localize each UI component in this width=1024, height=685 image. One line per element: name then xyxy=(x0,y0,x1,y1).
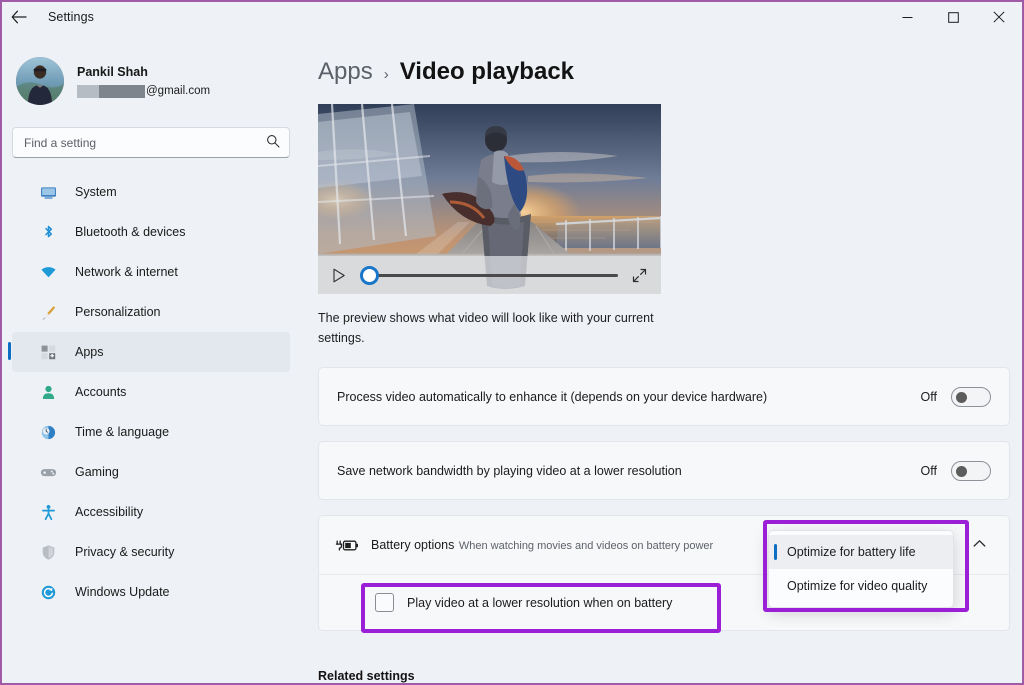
sidebar-item-accounts[interactable]: Accounts xyxy=(12,372,290,412)
shield-icon xyxy=(38,542,58,562)
sidebar-item-bluetooth-devices[interactable]: Bluetooth & devices xyxy=(12,212,290,252)
related-settings-heading: Related settings xyxy=(318,669,415,683)
sidebar-item-windows-update[interactable]: Windows Update xyxy=(12,572,290,612)
play-icon[interactable] xyxy=(332,268,346,283)
gamepad-icon xyxy=(38,462,58,482)
sidebar-item-label: Personalization xyxy=(75,305,161,319)
back-button[interactable] xyxy=(2,2,36,32)
seek-thumb[interactable] xyxy=(360,265,379,285)
accessibility-icon xyxy=(38,502,58,522)
search-input[interactable] xyxy=(24,135,260,150)
sidebar-item-label: Privacy & security xyxy=(75,545,175,559)
battery-options-subtitle: When watching movies and videos on batte… xyxy=(458,540,714,552)
save-bandwidth-setting-row[interactable]: Save network bandwidth by playing video … xyxy=(318,441,1010,500)
email-redaction-block-2 xyxy=(99,84,145,98)
process-video-toggle[interactable] xyxy=(951,386,991,407)
sidebar-item-label: Bluetooth & devices xyxy=(75,225,186,239)
sidebar-item-label: System xyxy=(75,185,117,199)
sidebar-item-system[interactable]: System xyxy=(12,172,290,212)
close-button[interactable] xyxy=(976,2,1022,32)
breadcrumb-separator-icon: › xyxy=(383,66,389,83)
toggle-knob xyxy=(956,391,967,403)
toggle-knob xyxy=(956,465,967,477)
sidebar-item-network-internet[interactable]: Network & internet xyxy=(12,252,290,292)
sidebar-item-accessibility[interactable]: Accessibility xyxy=(12,492,290,532)
person-icon xyxy=(38,382,58,402)
dropdown-option-optimize-battery-life[interactable]: Optimize for battery life xyxy=(769,535,953,569)
avatar xyxy=(16,57,64,105)
search-box[interactable] xyxy=(12,127,290,158)
video-player-controls xyxy=(318,256,661,294)
sidebar-item-label: Accounts xyxy=(75,385,127,399)
maximize-button[interactable] xyxy=(930,2,976,32)
dropdown-option-label: Optimize for battery life xyxy=(787,545,916,559)
sidebar-item-label: Windows Update xyxy=(75,585,170,599)
video-seek-slider[interactable] xyxy=(360,265,618,285)
sidebar-item-time-language[interactable]: Time & language xyxy=(12,412,290,452)
apps-grid-icon xyxy=(38,342,58,362)
lower-resolution-checkbox-row[interactable]: Play video at a lower resolution when on… xyxy=(375,593,672,612)
avatar-photo xyxy=(16,57,64,105)
sidebar-item-privacy-security[interactable]: Privacy & security xyxy=(12,532,290,572)
sidebar-item-gaming[interactable]: Gaming xyxy=(12,452,290,492)
refresh-circle-icon xyxy=(38,582,58,602)
process-video-setting-row[interactable]: Process video automatically to enhance i… xyxy=(318,367,1010,426)
minimize-icon xyxy=(902,16,912,18)
battery-options-dropdown[interactable]: Optimize for battery life Optimize for v… xyxy=(768,530,954,608)
video-preview[interactable] xyxy=(318,104,661,294)
lower-resolution-checkbox[interactable] xyxy=(375,593,394,612)
preview-help-text: The preview shows what video will look l… xyxy=(318,311,654,345)
process-video-label: Process video automatically to enhance i… xyxy=(337,389,768,404)
seek-track xyxy=(360,273,618,277)
back-arrow-icon xyxy=(11,10,27,24)
window-controls xyxy=(884,2,1022,32)
sidebar-item-label: Apps xyxy=(75,345,104,359)
settings-window: Settings Pankil Shah @gmail.com Find a s… xyxy=(0,0,1024,685)
sidebar-item-label: Accessibility xyxy=(75,505,144,519)
battery-options-title: Battery options xyxy=(371,538,455,552)
window-title: Settings xyxy=(48,10,94,24)
battery-charging-icon xyxy=(333,537,361,554)
chevron-up-icon[interactable] xyxy=(963,539,995,551)
page-title: Video playback xyxy=(399,58,575,85)
email-redaction-block-1 xyxy=(77,84,99,98)
process-video-state: Off xyxy=(920,389,937,404)
account-name: Pankil Shah xyxy=(77,65,148,79)
account-text: Pankil Shah @gmail.com xyxy=(77,64,210,98)
fullscreen-expand-icon[interactable] xyxy=(632,268,647,283)
maximize-icon xyxy=(947,11,959,23)
sidebar-item-label: Time & language xyxy=(75,425,170,439)
lower-resolution-checkbox-label: Play video at a lower resolution when on… xyxy=(407,595,673,610)
sidebar-item-label: Network & internet xyxy=(75,265,178,279)
sidebar: Pankil Shah @gmail.com Find a setting Sy… xyxy=(2,32,302,683)
search-icon xyxy=(266,134,280,151)
save-bandwidth-label: Save network bandwidth by playing video … xyxy=(337,463,682,478)
clock-globe-icon xyxy=(38,422,58,442)
dropdown-option-label: Optimize for video quality xyxy=(787,579,928,593)
paintbrush-icon xyxy=(38,302,58,322)
breadcrumb: Apps › Video playback xyxy=(302,32,1022,86)
window-title-bar: Settings xyxy=(2,2,1022,32)
close-icon xyxy=(993,11,1005,23)
email-domain: @gmail.com xyxy=(146,85,211,97)
breadcrumb-parent-link[interactable]: Apps xyxy=(318,58,373,86)
sidebar-item-apps[interactable]: Apps xyxy=(8,332,290,372)
save-bandwidth-toggle[interactable] xyxy=(951,460,991,481)
sidebar-item-personalization[interactable]: Personalization xyxy=(12,292,290,332)
dropdown-option-optimize-video-quality[interactable]: Optimize for video quality xyxy=(769,569,953,603)
main-content: Apps › Video playback The preview shows … xyxy=(302,32,1022,683)
monitor-icon xyxy=(38,182,58,202)
save-bandwidth-state: Off xyxy=(920,463,937,478)
minimize-button[interactable] xyxy=(884,2,930,32)
sidebar-item-label: Gaming xyxy=(75,465,119,479)
wifi-icon xyxy=(38,262,58,282)
bluetooth-icon xyxy=(38,222,58,242)
account-email: @gmail.com xyxy=(77,84,210,98)
sidebar-nav: System Bluetooth & devices Network & int… xyxy=(2,172,302,612)
account-summary[interactable]: Pankil Shah @gmail.com xyxy=(2,48,302,110)
